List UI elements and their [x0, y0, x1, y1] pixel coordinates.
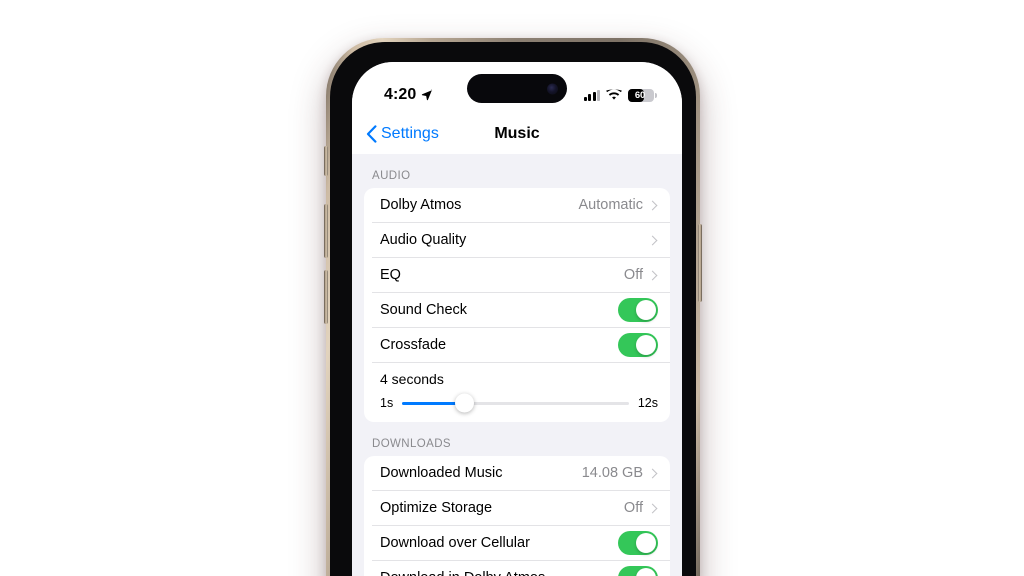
section-header-audio: AUDIO: [372, 170, 411, 182]
row-label: Optimize Storage: [380, 500, 493, 516]
location-arrow-icon: [422, 89, 433, 101]
row-audio-quality[interactable]: Audio Quality: [372, 222, 670, 257]
row-label: Sound Check: [380, 302, 468, 318]
chevron-right-icon: [647, 468, 658, 478]
row-label: Downloaded Music: [380, 465, 503, 481]
navigation-bar: Settings Music: [352, 114, 682, 154]
row-label: Audio Quality: [380, 232, 467, 248]
slider-min-label: 1s: [380, 396, 394, 410]
row-dolby-atmos[interactable]: Dolby Atmos Automatic: [372, 188, 670, 222]
row-label: Download in Dolby Atmos: [380, 561, 618, 576]
row-label: Download over Cellular: [380, 535, 530, 551]
status-time: 4:20: [384, 86, 417, 103]
iphone-device: 4:20 60 Settings Music AUDIO Dolby Atmos…: [324, 38, 702, 576]
crossfade-slider-group: 1s 12s: [380, 393, 658, 413]
download-in-dolby-atmos-toggle[interactable]: [618, 566, 658, 576]
slider-thumb[interactable]: [454, 393, 474, 413]
power-button[interactable]: [698, 224, 702, 302]
row-label: EQ: [380, 267, 401, 283]
row-value: Off: [623, 500, 643, 516]
crossfade-duration-label: 4 seconds: [380, 371, 444, 387]
chevron-right-icon: [647, 200, 658, 210]
row-sound-check: Sound Check: [372, 292, 670, 327]
row-value: Off: [623, 267, 643, 283]
status-indicators: 60: [583, 88, 657, 102]
back-button[interactable]: Settings: [366, 125, 439, 143]
downloads-settings-card: Downloaded Music 14.08 GB Optimize Stora…: [364, 456, 670, 576]
toggle-knob: [635, 334, 657, 356]
status-time-group: 4:20: [384, 86, 433, 104]
row-download-over-cellular: Download over Cellular: [372, 525, 670, 560]
slider-max-label: 12s: [637, 396, 658, 410]
row-label: Dolby Atmos: [380, 197, 462, 213]
phone-bezel: 4:20 60 Settings Music AUDIO Dolby Atmos…: [330, 42, 696, 576]
crossfade-toggle[interactable]: [618, 333, 658, 357]
crossfade-slider[interactable]: [402, 393, 629, 413]
status-bar: 4:20 60: [352, 62, 682, 114]
row-crossfade: Crossfade: [372, 327, 670, 362]
download-over-cellular-toggle[interactable]: [618, 531, 658, 555]
back-button-label: Settings: [381, 125, 439, 142]
volume-down-button[interactable]: [324, 270, 328, 324]
audio-settings-card: Dolby Atmos Automatic Audio Quality EQ O…: [364, 188, 670, 422]
toggle-knob: [635, 299, 657, 321]
front-camera-icon: [547, 83, 558, 94]
chevron-right-icon: [647, 270, 658, 280]
toggle-knob: [635, 532, 657, 554]
row-downloaded-music[interactable]: Downloaded Music 14.08 GB: [372, 456, 670, 490]
sound-check-toggle[interactable]: [618, 298, 658, 322]
battery-percent: 60: [634, 89, 646, 101]
chevron-right-icon: [647, 235, 658, 245]
row-eq[interactable]: EQ Off: [372, 257, 670, 292]
row-value: 14.08 GB: [581, 465, 643, 481]
row-download-in-dolby-atmos: Download in Dolby Atmos: [372, 560, 670, 576]
cellular-signal-icon: [583, 89, 600, 101]
row-label: Crossfade: [380, 337, 447, 353]
section-header-downloads: DOWNLOADS: [372, 438, 451, 450]
phone-screen: 4:20 60 Settings Music AUDIO Dolby Atmos…: [352, 62, 682, 576]
settings-list[interactable]: AUDIO Dolby Atmos Automatic Audio Qualit…: [352, 154, 682, 576]
row-optimize-storage[interactable]: Optimize Storage Off: [372, 490, 670, 525]
chevron-left-icon: [366, 125, 377, 143]
chevron-right-icon: [647, 503, 658, 513]
wifi-icon: [606, 89, 622, 100]
action-button[interactable]: [324, 146, 328, 176]
volume-up-button[interactable]: [324, 204, 328, 258]
row-value: Automatic: [578, 197, 643, 213]
toggle-knob: [635, 567, 657, 576]
battery-icon: 60: [628, 88, 657, 102]
dynamic-island[interactable]: [467, 74, 567, 103]
crossfade-duration-row: 4 seconds 1s 12s: [372, 362, 670, 422]
